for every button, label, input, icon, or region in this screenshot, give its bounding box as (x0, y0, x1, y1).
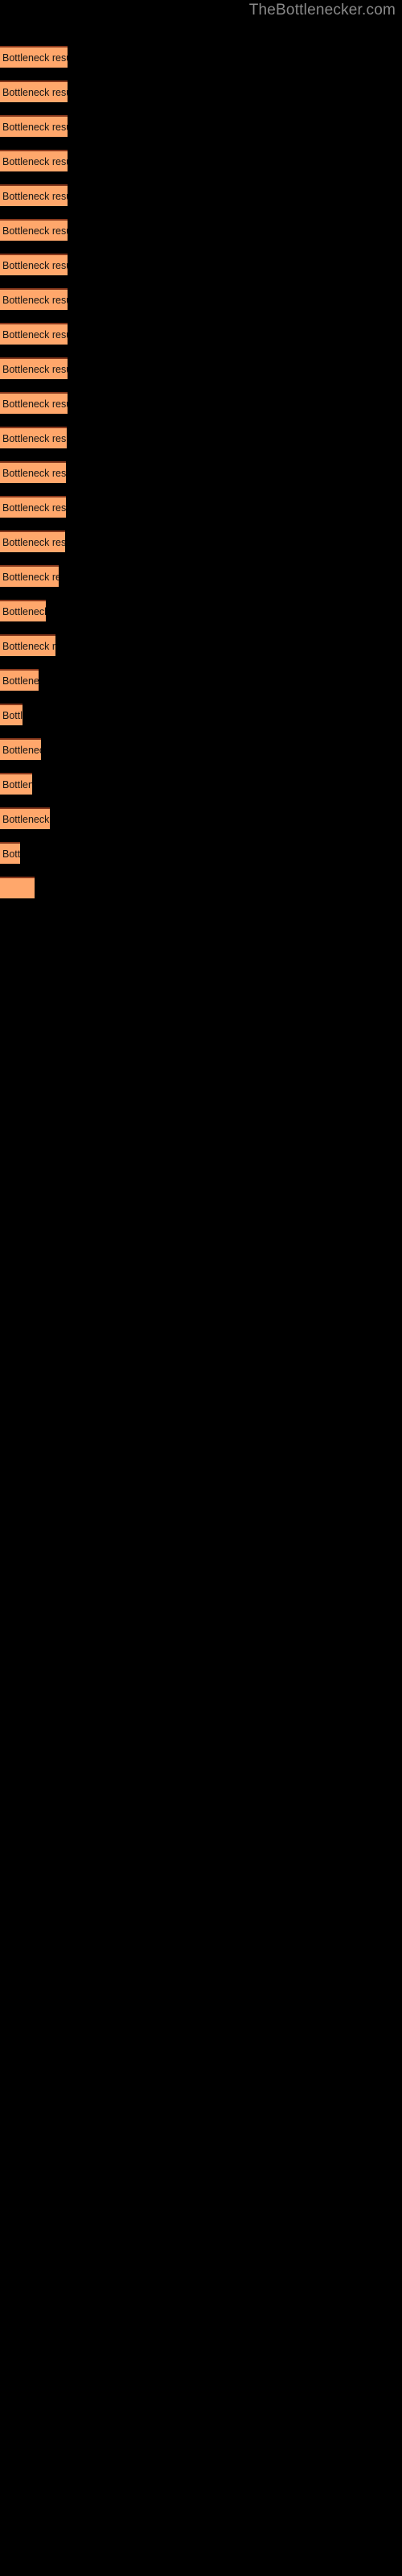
bar-label: Bottleneck result (2, 468, 66, 479)
bar[interactable]: Bottleneck result (0, 496, 66, 518)
bar-label: Bottleneck result (2, 329, 68, 341)
bar[interactable]: Bottleneck result (0, 427, 67, 448)
bar-label: Bottleneck result (2, 537, 65, 548)
bar[interactable]: Bottleneck result (0, 738, 41, 760)
bar-label: Bottleneck result (2, 191, 68, 202)
bar-label: Bottleneck result (2, 122, 68, 133)
bar-label: Bottleneck result (2, 675, 39, 687)
bar-label: Bottleneck result (2, 433, 67, 444)
bar-label: Bottleneck result (2, 398, 68, 410)
bar-label: Bottleneck result (2, 260, 68, 271)
bar[interactable]: Bottleneck result (0, 634, 55, 656)
bar[interactable]: Bottleneck result (0, 150, 68, 171)
chart-page: TheBottlenecker.com Bottleneck resultBot… (0, 0, 402, 2576)
bar-label: Bottleneck result (2, 814, 50, 825)
bar[interactable]: Bottleneck result (0, 842, 20, 864)
bar[interactable]: Bottleneck result (0, 704, 23, 725)
bar-label: Bottleneck result (2, 156, 68, 167)
bar-label: Bottleneck result (2, 364, 68, 375)
bar-label: Bottleneck result (2, 295, 68, 306)
bar[interactable]: Bottleneck result (0, 357, 68, 379)
bar-label: Bottleneck result (2, 848, 20, 860)
bar-label: Bottleneck result (2, 745, 41, 756)
bar[interactable]: Bottleneck result (0, 392, 68, 414)
bar[interactable]: Bottleneck result (0, 80, 68, 102)
bar[interactable]: Bottleneck result (0, 807, 50, 829)
bar-label: Bottleneck result (2, 502, 66, 514)
bar[interactable]: Bottleneck result (0, 115, 68, 137)
bar[interactable]: Bottleneck result (0, 669, 39, 691)
bar[interactable]: Bottleneck result (0, 461, 66, 483)
bar-label: Bottleneck result (2, 225, 68, 237)
bar[interactable]: Bottleneck result (0, 46, 68, 68)
bar-label: Bottleneck result (2, 606, 46, 617)
bar[interactable] (0, 877, 35, 898)
bar-label: Bottleneck result (2, 87, 68, 98)
bar[interactable]: Bottleneck result (0, 323, 68, 345)
bar-label: Bottleneck result (2, 779, 32, 791)
bar[interactable]: Bottleneck result (0, 184, 68, 206)
bar[interactable]: Bottleneck result (0, 288, 68, 310)
bar[interactable]: Bottleneck result (0, 565, 59, 587)
bar-label: Bottleneck result (2, 710, 23, 721)
bar[interactable]: Bottleneck result (0, 600, 46, 621)
bar-label: Bottleneck result (2, 572, 59, 583)
bar-label: Bottleneck result (2, 52, 68, 64)
bar-chart-plot-area: Bottleneck result Bottleneck result Bottle… (0, 0, 402, 2576)
bar[interactable]: Bottleneck result (0, 219, 68, 241)
bar[interactable]: Bottleneck result (0, 773, 32, 795)
bar-label: Bottleneck result (2, 641, 55, 652)
bar[interactable]: Bottleneck result (0, 254, 68, 275)
bar[interactable]: Bottleneck result (0, 530, 65, 552)
